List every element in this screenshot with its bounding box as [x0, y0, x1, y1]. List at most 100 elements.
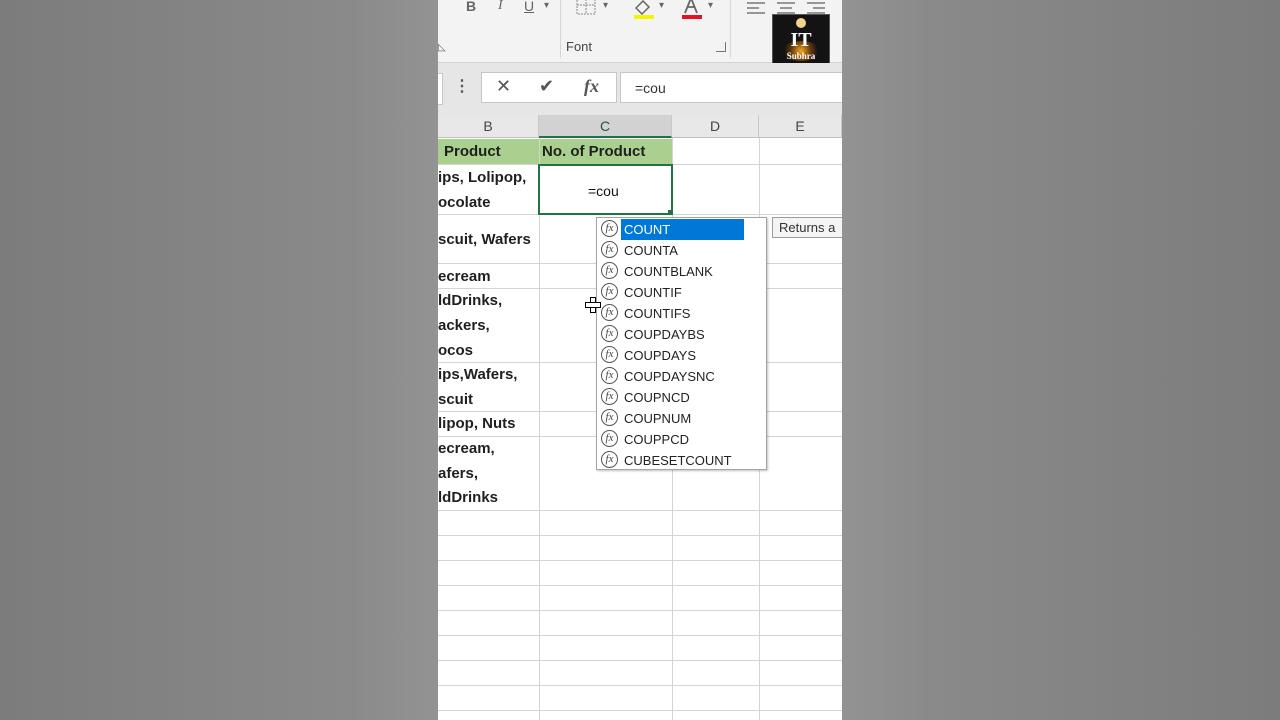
logo-title: IT [790, 29, 812, 51]
column-header-e[interactable]: E [759, 115, 842, 138]
function-icon: fx [601, 451, 618, 468]
more-options-icon[interactable]: ⋮ [454, 76, 470, 96]
autocomplete-item-label: COUPDAYSNC [624, 369, 715, 384]
autocomplete-item[interactable]: fx CUBESETCOUNT [601, 450, 749, 471]
insert-function-icon[interactable]: fx [584, 76, 599, 97]
function-autocomplete-list: fx COUNT fx COUNTA fx COUNTBLANK fx COUN… [596, 217, 767, 470]
autocomplete-item-label: COUPPCD [624, 432, 690, 447]
cancel-icon[interactable]: ✕ [496, 76, 511, 97]
formula-input[interactable]: =cou [620, 72, 842, 103]
italic-button[interactable]: I [498, 0, 503, 14]
ribbon-separator [560, 0, 561, 58]
autocomplete-item-label: COUNTBLANK [624, 264, 713, 279]
function-icon: fx [601, 262, 618, 279]
function-icon: fx [601, 409, 618, 426]
cell-b-text: ecream, [438, 440, 495, 457]
grid-line [438, 710, 842, 711]
column-header-b[interactable]: B [438, 115, 539, 138]
function-tooltip: Returns a [772, 217, 842, 238]
column-header-c[interactable]: C [539, 115, 672, 138]
header-no-of-product[interactable]: No. of Product [542, 139, 645, 164]
underline-button[interactable]: U [524, 0, 534, 14]
align-right-icon[interactable] [806, 0, 826, 14]
autocomplete-item-label: COUPDAYBS [624, 327, 705, 342]
active-cell-text: =cou [588, 183, 619, 199]
grid-line [438, 560, 842, 561]
autocomplete-item-label: COUPNUM [624, 411, 692, 426]
lamp-icon [796, 18, 806, 28]
autocomplete-item[interactable]: fx COUNTIF [601, 282, 749, 303]
function-icon: fx [601, 367, 618, 384]
formula-buttons: ✕ ✔ fx [481, 72, 617, 103]
borders-dropdown-icon[interactable]: ▾ [603, 0, 608, 11]
function-icon: fx [601, 325, 618, 342]
cell-select-cursor-icon [585, 297, 601, 313]
autocomplete-item[interactable]: fx COUPDAYSNC [601, 366, 749, 387]
grid-line [438, 660, 842, 661]
excel-window: B I U ▾ ▾ ▾ ▾ ◺ Font IT Subhra ⋮ ✕ ✔ fx … [438, 0, 842, 720]
autocomplete-item[interactable]: fx COUPNUM [601, 408, 749, 429]
borders-icon[interactable] [576, 0, 596, 16]
name-box[interactable] [438, 73, 443, 105]
autocomplete-item[interactable]: fx COUNTA [601, 240, 749, 261]
enter-icon[interactable]: ✔ [539, 76, 554, 97]
autocomplete-item[interactable]: fx COUNTIFS [601, 303, 749, 324]
logo-subtitle: Subhra [786, 51, 816, 61]
fill-color-icon[interactable] [632, 0, 656, 20]
grid-line [438, 685, 842, 686]
grid-line [438, 635, 842, 636]
grid-line [438, 610, 842, 611]
font-color-icon[interactable] [680, 0, 704, 20]
blurred-background-left [0, 0, 438, 720]
blurred-background-right [842, 0, 1280, 720]
function-icon: fx [601, 220, 618, 237]
grid-line [438, 510, 842, 511]
fill-color-dropdown-icon[interactable]: ▾ [659, 0, 664, 11]
cell-b-text: ecream [438, 268, 491, 285]
autocomplete-item-label: COUNTIFS [624, 306, 691, 321]
autocomplete-item-label: CUBESETCOUNT [624, 453, 732, 468]
function-icon: fx [601, 346, 618, 363]
underline-dropdown-icon[interactable]: ▾ [544, 0, 549, 11]
header-product[interactable]: Product [444, 139, 501, 164]
cell-b-text: ldDrinks [438, 489, 499, 506]
ribbon-separator [730, 0, 731, 58]
autocomplete-item-label: COUPDAYS [624, 348, 696, 363]
cell-b-text: scuit, Wafers [438, 231, 531, 248]
align-center-icon[interactable] [776, 0, 796, 14]
bold-button[interactable]: B [466, 0, 476, 14]
active-cell-c2[interactable]: =cou [538, 164, 673, 215]
function-icon: fx [601, 283, 618, 300]
autocomplete-item[interactable]: fx COUPPCD [601, 429, 749, 450]
autocomplete-item[interactable]: fx COUPDAYBS [601, 324, 749, 345]
cell-b-text: ips, Lolipop, [438, 169, 527, 186]
cell-b-text: ackers, [438, 317, 490, 334]
group-launcher-icon[interactable]: ◺ [438, 42, 446, 53]
function-icon: fx [601, 241, 618, 258]
autocomplete-item-label: COUNTA [624, 243, 678, 258]
autocomplete-item[interactable]: fx COUPNCD [601, 387, 749, 408]
autocomplete-item[interactable]: fx COUPDAYS [601, 345, 749, 366]
cell-b-text: scuit [438, 391, 474, 408]
grid-line [438, 585, 842, 586]
font-group-label: Font [566, 39, 593, 54]
font-dialog-launcher-icon[interactable] [716, 42, 726, 52]
cell-b-text: ocolate [438, 194, 491, 211]
fill-handle[interactable] [668, 210, 673, 215]
formula-text: =cou [635, 80, 666, 96]
function-icon: fx [601, 304, 618, 321]
autocomplete-item-label: COUNTIF [624, 285, 682, 300]
grid-line [539, 138, 540, 720]
cell-b-text: ips,Wafers, [438, 366, 518, 383]
formula-bar: ⋮ ✕ ✔ fx =cou [438, 63, 842, 115]
autocomplete-item-label: COUNT [621, 219, 744, 240]
column-header-d[interactable]: D [672, 115, 759, 138]
function-icon: fx [601, 388, 618, 405]
function-icon: fx [601, 430, 618, 447]
align-left-icon[interactable] [746, 0, 766, 14]
autocomplete-item[interactable]: fx COUNTBLANK [601, 261, 749, 282]
autocomplete-item-label: COUPNCD [624, 390, 690, 405]
cell-b-text: ldDrinks, [438, 292, 503, 309]
font-color-dropdown-icon[interactable]: ▾ [708, 0, 713, 11]
autocomplete-item[interactable]: fx COUNT [601, 219, 749, 240]
